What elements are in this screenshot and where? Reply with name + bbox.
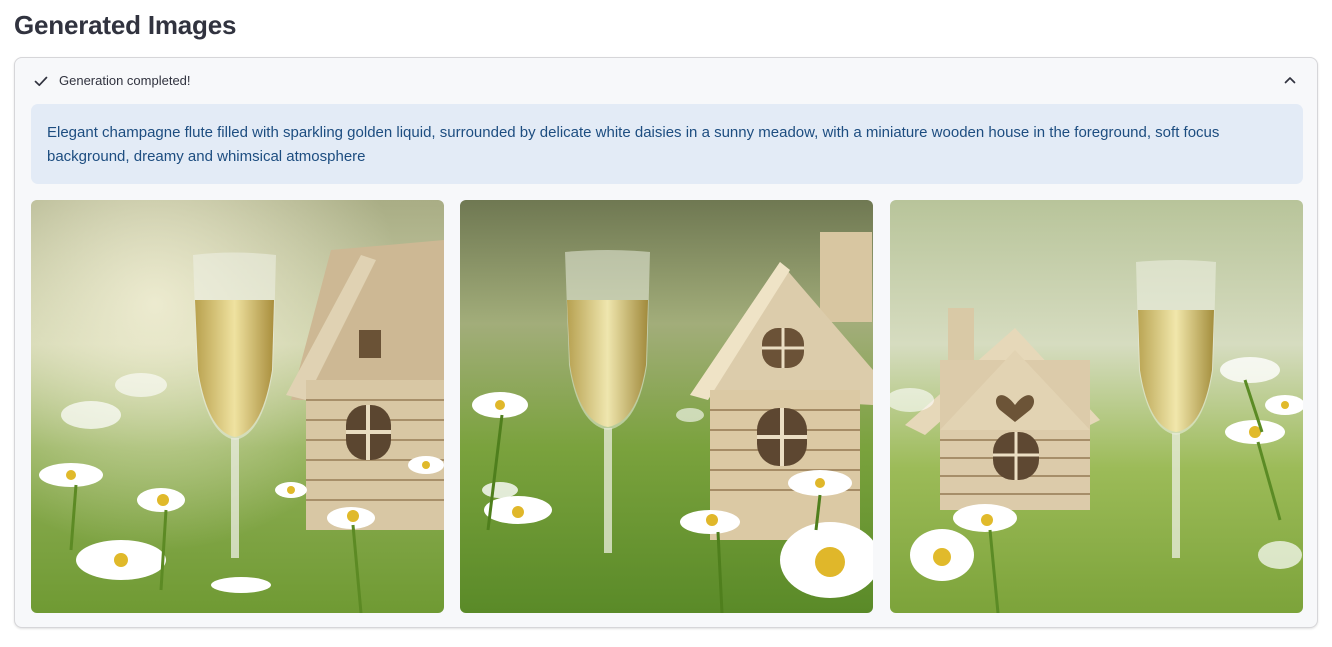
page-title: Generated Images: [14, 10, 237, 40]
prompt-box: Elegant champagne flute filled with spar…: [31, 104, 1303, 184]
prompt-text: Elegant champagne flute filled with spar…: [47, 124, 1220, 165]
generated-image-2[interactable]: [460, 200, 873, 613]
status-panel-header[interactable]: Generation completed!: [15, 58, 1317, 104]
page: Generated Images Generation completed! E…: [0, 0, 1332, 647]
status-label: Generation completed!: [59, 73, 191, 88]
generated-image-3[interactable]: [890, 200, 1303, 613]
generated-image-1[interactable]: [31, 200, 444, 613]
chevron-up-icon[interactable]: [1283, 73, 1297, 87]
image-gallery: [31, 200, 1303, 613]
check-icon: [34, 76, 48, 87]
status-panel: Generation completed! Elegant champagne …: [14, 57, 1318, 628]
